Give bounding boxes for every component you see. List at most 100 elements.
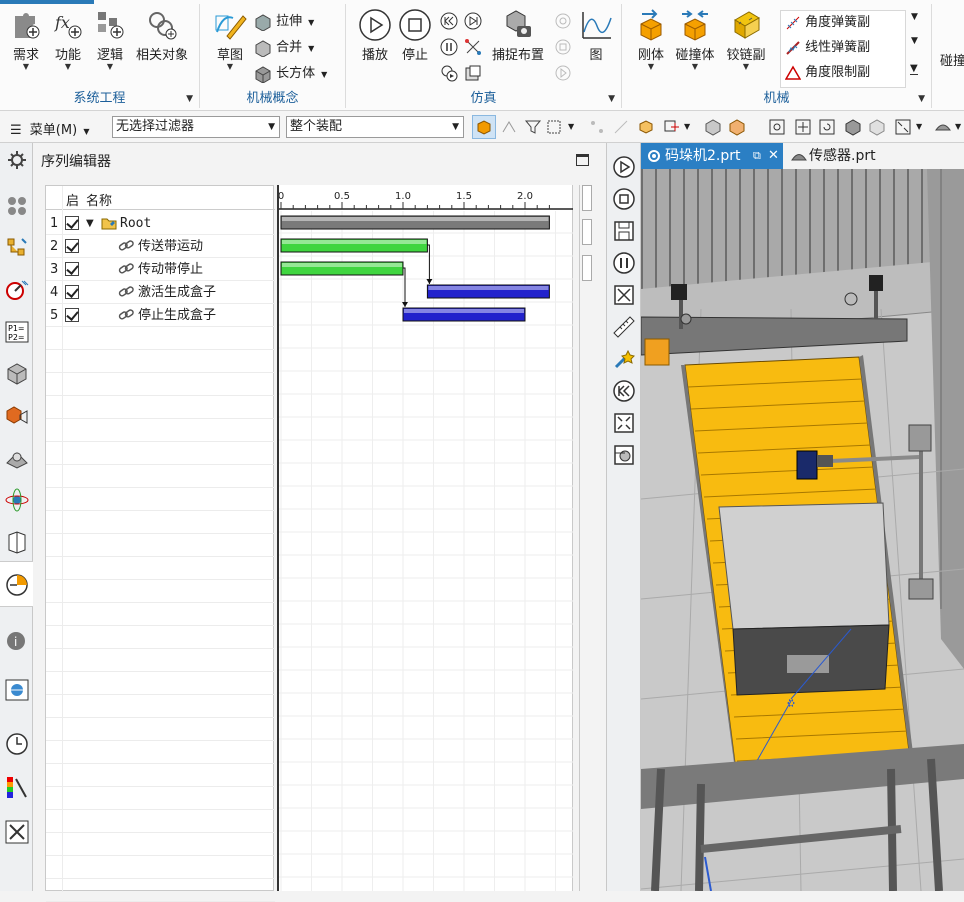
table-row[interactable]: 3 传动带停止 <box>46 258 275 281</box>
snap-point-icon[interactable] <box>588 118 606 136</box>
wizard-icon[interactable] <box>612 347 636 371</box>
reuse-library-icon[interactable] <box>4 403 30 429</box>
deselect-dropdown[interactable]: ▼ <box>568 122 574 131</box>
enable-checkbox[interactable] <box>65 308 79 322</box>
group-dropdown[interactable]: ▼ <box>918 94 925 104</box>
joint-list-scroll-up[interactable]: ▼ <box>911 12 918 22</box>
solid-body-icon[interactable] <box>704 118 722 136</box>
settings-gear-icon[interactable] <box>4 147 30 173</box>
stop-icon[interactable] <box>612 187 636 211</box>
timeline-fit-button[interactable] <box>582 255 592 281</box>
inactive-circle-icon[interactable] <box>554 12 572 30</box>
pause-icon[interactable] <box>612 251 636 275</box>
display-style-icon[interactable] <box>934 118 952 136</box>
collapse-chevron-icon[interactable]: ▼ <box>86 212 94 235</box>
timeline-scroll-button[interactable] <box>582 185 592 211</box>
enable-checkbox[interactable] <box>65 216 79 230</box>
fit-view-icon[interactable] <box>768 118 786 136</box>
collision-cut-button[interactable]: 碰撞 <box>940 48 964 69</box>
save-icon[interactable] <box>612 219 636 243</box>
play-icon[interactable] <box>612 155 636 179</box>
fit-all-icon[interactable] <box>612 411 636 435</box>
rotate-icon[interactable] <box>818 118 836 136</box>
enable-checkbox[interactable] <box>65 239 79 253</box>
snap-dropdown[interactable]: ▼ <box>684 122 690 131</box>
assembly-snap-icon[interactable] <box>662 118 680 136</box>
hinge-joint-button[interactable]: 铰链副 ▼ <box>722 8 770 71</box>
web-browser-icon[interactable] <box>4 487 30 513</box>
network-icon[interactable] <box>464 38 482 56</box>
linear-spring-joint-button[interactable]: 线性弹簧副 <box>785 38 870 58</box>
logic-button[interactable]: 逻辑 ▼ <box>90 8 130 71</box>
filter-icon[interactable] <box>524 118 542 136</box>
zoom-area-icon[interactable] <box>894 118 912 136</box>
delete-icon[interactable] <box>612 283 636 307</box>
menu-button[interactable]: ☰ 菜单(M) ▼ <box>10 119 89 138</box>
snap-end-icon[interactable] <box>612 118 630 136</box>
shaded-view-icon[interactable] <box>844 118 862 136</box>
inactive-play-icon[interactable] <box>554 64 572 82</box>
select-component-toggle[interactable] <box>472 115 496 139</box>
snapshot-icon[interactable] <box>464 64 482 82</box>
inactive-square-icon[interactable] <box>554 38 572 56</box>
wireframe-view-icon[interactable] <box>868 118 886 136</box>
rigid-body-button[interactable]: 刚体 ▼ <box>632 8 670 71</box>
table-row[interactable]: 1 ▼ Root <box>46 212 275 235</box>
graph-button[interactable]: 图 <box>578 8 614 63</box>
group-dropdown[interactable]: ▼ <box>608 94 615 104</box>
angle-limit-joint-button[interactable]: 角度限制副 <box>785 63 870 83</box>
table-row[interactable]: 2 传送带运动 <box>46 235 275 258</box>
play-button[interactable]: 播放 <box>356 8 394 63</box>
graphics-window[interactable] <box>641 169 964 891</box>
system-navigator-icon[interactable] <box>4 235 30 261</box>
table-row[interactable]: 5 停止生成盒子 <box>46 304 275 327</box>
need-button[interactable]: 需求 ▼ <box>6 8 46 71</box>
hd3d-tools-icon[interactable] <box>4 445 30 471</box>
tab-popout-icon[interactable]: ⧉ <box>753 143 761 169</box>
rewind-icon[interactable] <box>440 12 458 30</box>
assembly-navigator-icon[interactable] <box>4 193 30 219</box>
deselect-icon[interactable] <box>546 118 564 136</box>
tab-sensor-prt[interactable]: 传感器.prt <box>785 143 964 169</box>
stop-button[interactable]: 停止 <box>396 8 434 63</box>
physics-navigator-icon[interactable] <box>4 277 30 303</box>
timeline-zoom-button[interactable] <box>582 219 592 245</box>
group-dropdown[interactable]: ▼ <box>186 94 193 104</box>
part-icon[interactable] <box>4 361 30 387</box>
sketch-button[interactable]: 草图 ▼ <box>210 8 250 71</box>
display-dropdown[interactable]: ▼ <box>955 122 961 131</box>
pan-icon[interactable] <box>794 118 812 136</box>
sequence-editor-tab[interactable] <box>0 561 33 607</box>
timeline-chart[interactable]: 0 0.5 1.0 1.5 2.0 <box>277 185 573 891</box>
step-forward-icon[interactable] <box>464 12 482 30</box>
ruler-icon[interactable] <box>612 315 636 339</box>
history-icon[interactable] <box>4 529 30 555</box>
record-icon[interactable] <box>440 64 458 82</box>
collision-body-button[interactable]: 碰撞体 ▼ <box>672 8 718 71</box>
pause-icon[interactable] <box>440 38 458 56</box>
rewind-to-start-icon[interactable] <box>612 379 636 403</box>
joint-list-expand[interactable]: ▼ <box>910 64 918 75</box>
capture-arrangement-button[interactable]: 捕捉布置 <box>488 8 548 63</box>
table-row[interactable]: 4 激活生成盒子 <box>46 281 275 304</box>
component-snap-icon[interactable] <box>638 118 656 136</box>
enable-checkbox[interactable] <box>65 262 79 276</box>
selection-filter-dropdown[interactable]: 无选择过滤器 ▼ <box>112 116 280 138</box>
extrude-button[interactable]: 拉伸 ▼ <box>254 12 314 32</box>
selection-scope-dropdown[interactable]: 整个装配 ▼ <box>286 116 464 138</box>
color-palette-icon[interactable] <box>4 775 30 801</box>
face-select-icon[interactable] <box>500 118 518 136</box>
unite-button[interactable]: 合并 ▼ <box>254 38 314 58</box>
joint-list-scroll-down[interactable]: ▼ <box>911 36 918 46</box>
body-orange-icon[interactable] <box>728 118 746 136</box>
tab-palletizer-prt[interactable]: 码垛机2.prt ⧉ ✕ <box>641 143 783 169</box>
tab-close-icon[interactable]: ✕ <box>768 143 779 169</box>
clock-icon[interactable] <box>4 731 30 757</box>
block-button[interactable]: 长方体 ▼ <box>254 64 327 84</box>
angular-spring-joint-button[interactable]: 角度弹簧副 <box>785 13 870 33</box>
enable-checkbox[interactable] <box>65 285 79 299</box>
maximize-button[interactable] <box>576 154 589 166</box>
function-button[interactable]: fx 功能 ▼ <box>48 8 88 71</box>
related-objects-button[interactable]: 相关对象 <box>132 8 192 63</box>
view-section-icon[interactable] <box>612 443 636 467</box>
